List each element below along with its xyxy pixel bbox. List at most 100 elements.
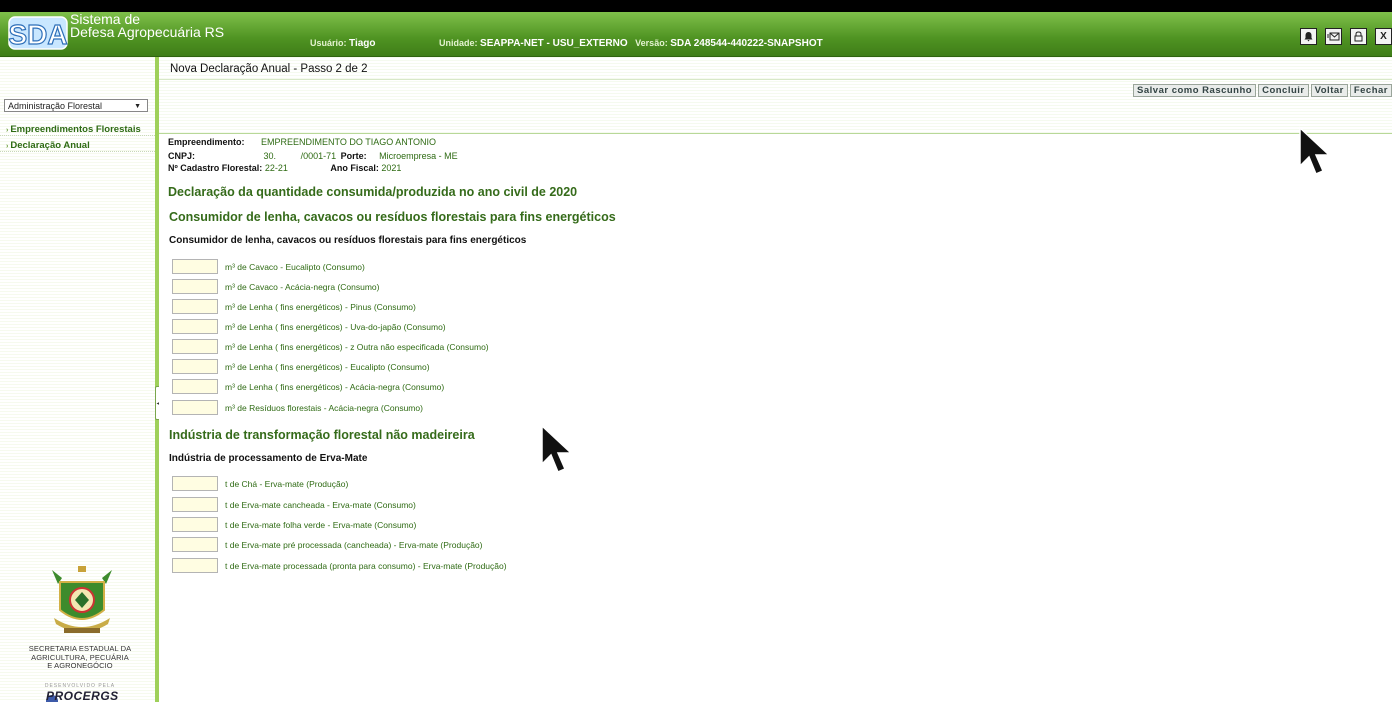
field-label: t de Chá - Erva-mate (Produção) [225, 478, 349, 489]
logout-button[interactable]: X [1375, 28, 1392, 45]
quantity-input[interactable] [172, 359, 218, 374]
field-label: t de Erva-mate pré processada (cancheada… [225, 539, 483, 550]
field-row: m³ de Lenha ( fins energéticos) - z Outr… [172, 339, 489, 354]
bullet-icon: › [6, 143, 9, 150]
quantity-input[interactable] [172, 319, 218, 334]
quantity-input[interactable] [172, 279, 218, 294]
quantity-input[interactable] [172, 497, 218, 512]
field-label: m³ de Lenha ( fins energéticos) - z Outr… [225, 341, 489, 352]
field-row: m³ de Lenha ( fins energéticos) - Uva-do… [172, 319, 446, 334]
field-label: t de Erva-mate processada (pronta para c… [225, 560, 507, 571]
quantity-input[interactable] [172, 476, 218, 491]
field-label: m³ de Cavaco - Acácia-negra (Consumo) [225, 281, 380, 292]
field-row: m³ de Cavaco - Acácia-negra (Consumo) [172, 279, 379, 294]
chevron-down-icon: ▼ [134, 103, 141, 110]
quantity-input[interactable] [172, 517, 218, 532]
field-row: m³ de Lenha ( fins energéticos) - Eucali… [172, 359, 430, 374]
sidebar-item-declaracao-anual[interactable]: › Declaração Anual [0, 139, 155, 152]
header-actions: X [1300, 28, 1392, 45]
app-header: SDA Sistema de Defesa Agropecuária RS Us… [0, 12, 1392, 57]
action-toolbar: Salvar como Rascunho Concluir Voltar Fec… [1133, 84, 1392, 97]
footer-line: E AGRONEGÓCIO [47, 661, 113, 670]
field-label: m³ de Cavaco - Eucalipto (Consumo) [225, 261, 365, 272]
user-value: Tiago [349, 38, 376, 49]
ano-fiscal-label: Ano Fiscal: [330, 163, 379, 173]
rs-coat-of-arms [48, 562, 116, 638]
notifications-button[interactable] [1300, 28, 1317, 45]
field-row: t de Chá - Erva-mate (Produção) [172, 476, 348, 491]
field-label: m³ de Lenha ( fins energéticos) - Acácia… [225, 381, 445, 392]
unit-info: Unidade: SEAPPA-NET - USU_EXTERNO Versão… [439, 38, 823, 49]
cadastro-row: Nº Cadastro Florestal: 22-21 Ano Fiscal:… [168, 163, 401, 173]
empreendimento-value: EMPREENDIMENTO DO TIAGO ANTONIO [261, 137, 437, 147]
field-label: m³ de Lenha ( fins energéticos) - Eucali… [225, 361, 430, 372]
field-row: m³ de Cavaco - Eucalipto (Consumo) [172, 259, 365, 274]
save-draft-button[interactable]: Salvar como Rascunho [1133, 84, 1257, 97]
empreendimento-row: Empreendimento: EMPREENDIMENTO DO TIAGO … [168, 137, 436, 147]
quantity-input[interactable] [172, 537, 218, 552]
quantity-input[interactable] [172, 558, 218, 573]
porte-value: Microempresa - ME [379, 151, 458, 161]
lock-icon [1354, 31, 1363, 42]
field-label: m³ de Lenha ( fins energéticos) - Uva-do… [225, 321, 446, 332]
declaration-heading: Declaração da quantidade consumida/produ… [168, 185, 578, 199]
quantity-input[interactable] [172, 299, 218, 314]
empreendimento-label: Empreendimento: [168, 137, 245, 147]
section-subtitle-industria: Indústria de processamento de Erva-Mate [169, 453, 368, 464]
field-row: t de Erva-mate cancheada - Erva-mate (Co… [172, 497, 416, 512]
sidebar-footer-text: SECRETARIA ESTADUAL DA AGRICULTURA, PECU… [20, 644, 140, 671]
sidebar-item-label: Empreendimentos Florestais [10, 124, 141, 135]
svg-text:SDA: SDA [8, 19, 67, 50]
unit-label: Unidade: [439, 38, 478, 48]
field-row: t de Erva-mate folha verde - Erva-mate (… [172, 517, 416, 532]
user-label: Usuário: [310, 38, 347, 48]
app-title: Sistema de Defesa Agropecuária RS [70, 12, 225, 40]
quantity-input[interactable] [172, 339, 218, 354]
module-select[interactable]: Administração Florestal ▼ [4, 99, 148, 112]
bell-icon [1304, 32, 1313, 42]
version-value: SDA 248544-440222-SNAPSHOT [670, 38, 823, 49]
mail-icon [1327, 32, 1340, 41]
sidebar-item-empreendimentos[interactable]: › Empreendimentos Florestais [0, 123, 155, 136]
field-label: m³ de Lenha ( fins energéticos) - Pinus … [225, 301, 416, 312]
lock-button[interactable] [1350, 28, 1367, 45]
window-top-bar [0, 0, 1392, 12]
ano-fiscal-value: 2021 [381, 163, 402, 173]
porte-label: Porte: [340, 151, 367, 161]
field-row: m³ de Lenha ( fins energéticos) - Pinus … [172, 299, 416, 314]
cnpj-value-part1: 30. [263, 151, 277, 161]
messages-button[interactable] [1325, 28, 1342, 45]
mouse-cursor-icon [541, 424, 573, 473]
field-row: t de Erva-mate pré processada (cancheada… [172, 537, 482, 552]
app-title-line2: Defesa Agropecuária RS [70, 24, 225, 40]
field-label: t de Erva-mate folha verde - Erva-mate (… [225, 519, 417, 530]
conclude-button[interactable]: Concluir [1258, 84, 1309, 97]
cadastro-value: 22-21 [264, 163, 288, 173]
quantity-input[interactable] [172, 259, 218, 274]
unit-value: SEAPPA-NET - USU_EXTERNO [480, 38, 628, 49]
field-label: m³ de Resíduos florestais - Acácia-negra… [225, 402, 423, 413]
section-title-consumidor: Consumidor de lenha, cavacos ou resíduos… [169, 210, 616, 224]
close-button[interactable]: Fechar [1349, 84, 1392, 97]
field-row: t de Erva-mate processada (pronta para c… [172, 558, 507, 573]
sda-logo: SDA [8, 15, 68, 51]
cnpj-label: CNPJ: [168, 151, 196, 161]
user-info: Usuário: Tiago [310, 38, 376, 49]
section-title-industria: Indústria de transformação florestal não… [169, 428, 475, 442]
cadastro-label: Nº Cadastro Florestal: [168, 163, 263, 173]
field-label: t de Erva-mate cancheada - Erva-mate (Co… [225, 499, 416, 510]
page-title: Nova Declaração Anual - Passo 2 de 2 [170, 63, 368, 75]
procergs-logo: PROCERGS [46, 689, 119, 703]
bullet-icon: › [6, 127, 9, 134]
mouse-cursor-icon [1299, 126, 1331, 175]
field-row: m³ de Resíduos florestais - Acácia-negra… [172, 400, 423, 415]
quantity-input[interactable] [172, 400, 218, 415]
quantity-input[interactable] [172, 379, 218, 394]
sidebar-item-label: Declaração Anual [10, 140, 90, 151]
module-select-value: Administração Florestal [8, 101, 103, 111]
title-divider [159, 79, 1392, 80]
close-icon: X [1380, 31, 1387, 42]
section-subtitle-consumidor: Consumidor de lenha, cavacos ou resíduos… [169, 235, 527, 246]
field-row: m³ de Lenha ( fins energéticos) - Acácia… [172, 379, 444, 394]
back-button[interactable]: Voltar [1310, 84, 1348, 97]
